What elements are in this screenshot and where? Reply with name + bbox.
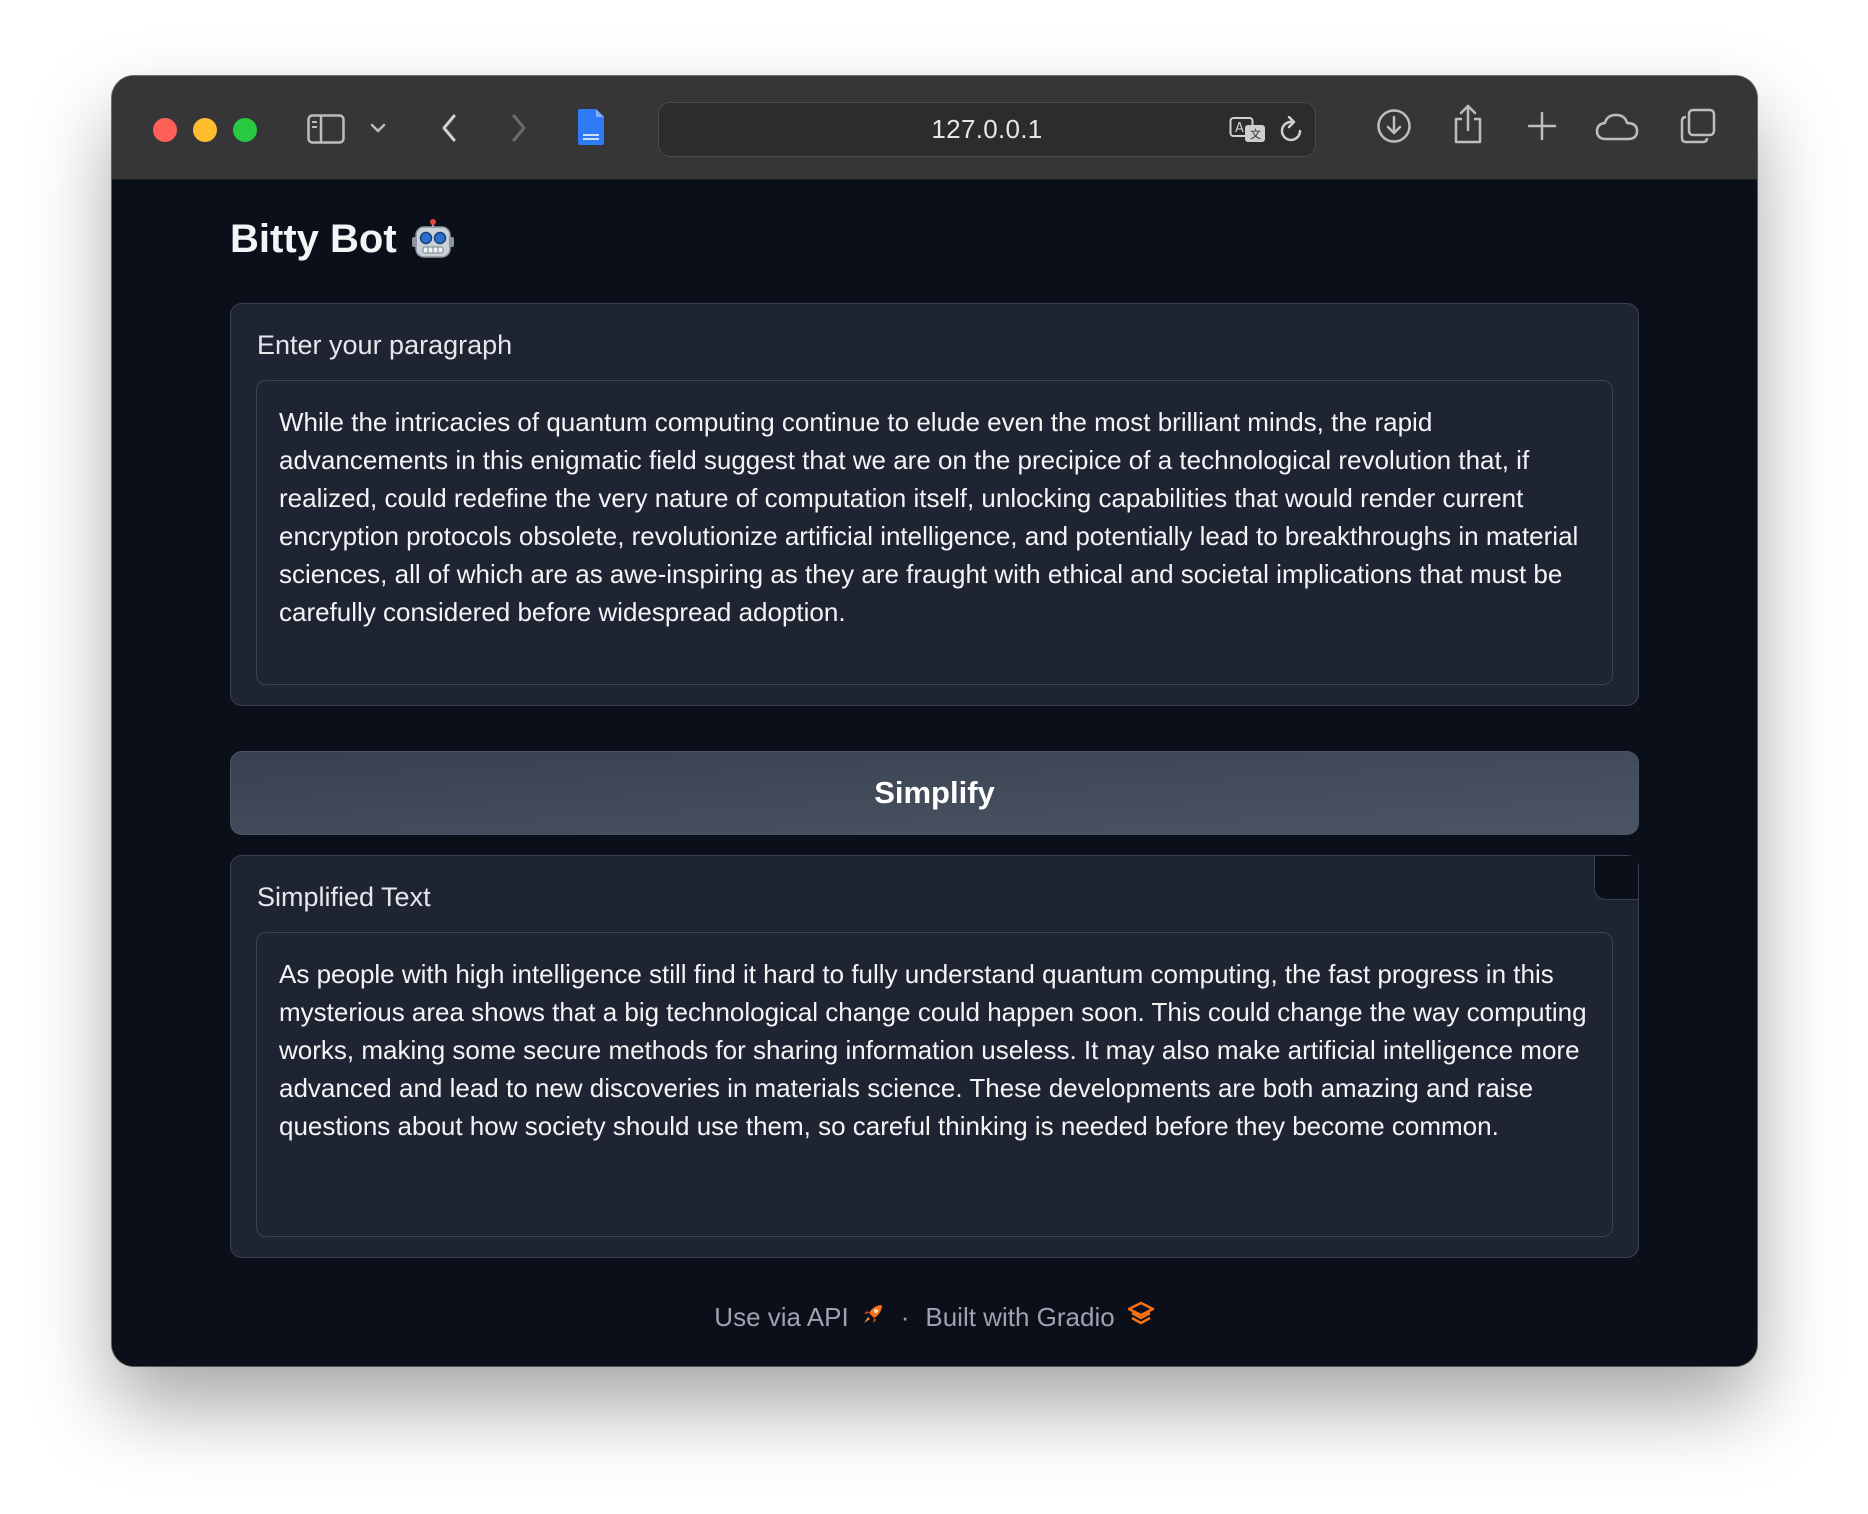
gradio-logo-icon [1127, 1301, 1155, 1334]
footer: Use via API · Built with Gradio [112, 1301, 1757, 1334]
new-tab-icon[interactable] [1524, 108, 1560, 144]
page-icon [574, 106, 608, 148]
input-label: Enter your paragraph [257, 330, 513, 360]
footer-separator: · [900, 1302, 910, 1332]
rocket-icon [861, 1302, 885, 1333]
paragraph-input[interactable]: While the intricacies of quantum computi… [256, 380, 1613, 685]
app-title-text: Bitty Bot [230, 217, 397, 261]
icloud-icon[interactable] [1594, 110, 1640, 144]
gradio-app: Bitty Bot Enter your paragraph While the… [112, 181, 1757, 1366]
simplified-output[interactable]: As people with high intelligence still f… [256, 932, 1613, 1237]
built-with-label: Built with Gradio [925, 1302, 1115, 1332]
zoom-window-button[interactable] [233, 118, 257, 142]
share-icon[interactable] [1450, 102, 1486, 146]
copy-button[interactable] [1594, 856, 1638, 900]
output-label: Simplified Text [257, 882, 431, 912]
close-window-button[interactable] [153, 118, 177, 142]
chevron-down-icon[interactable] [368, 116, 388, 140]
back-icon[interactable] [437, 108, 461, 148]
simplify-button[interactable]: Simplify [230, 751, 1639, 835]
robot-icon [411, 218, 455, 261]
svg-text:A: A [1235, 121, 1244, 136]
translate-icon[interactable]: A文 [1229, 115, 1267, 145]
sidebar-icon[interactable] [306, 109, 346, 149]
minimize-window-button[interactable] [193, 118, 217, 142]
use-via-api-link[interactable]: Use via API [714, 1302, 884, 1333]
forward-icon[interactable] [507, 108, 531, 148]
browser-toolbar: 127.0.0.1 A文 [112, 76, 1757, 180]
reload-icon[interactable] [1277, 115, 1307, 145]
url-text: 127.0.0.1 [931, 114, 1043, 144]
built-with-gradio-link[interactable]: Built with Gradio [925, 1301, 1154, 1334]
page-title: Bitty Bot [230, 217, 455, 262]
tabs-overview-icon[interactable] [1678, 106, 1718, 146]
api-link-label: Use via API [714, 1302, 849, 1332]
input-block: Enter your paragraph While the intricaci… [230, 303, 1639, 706]
download-icon[interactable] [1374, 106, 1414, 146]
address-bar[interactable]: 127.0.0.1 A文 [658, 102, 1316, 157]
svg-text:文: 文 [1250, 127, 1261, 141]
browser-window: 127.0.0.1 A文 Bitty Bot Enter your paragr… [112, 76, 1757, 1366]
output-block: Simplified Text As people with high inte… [230, 855, 1639, 1258]
